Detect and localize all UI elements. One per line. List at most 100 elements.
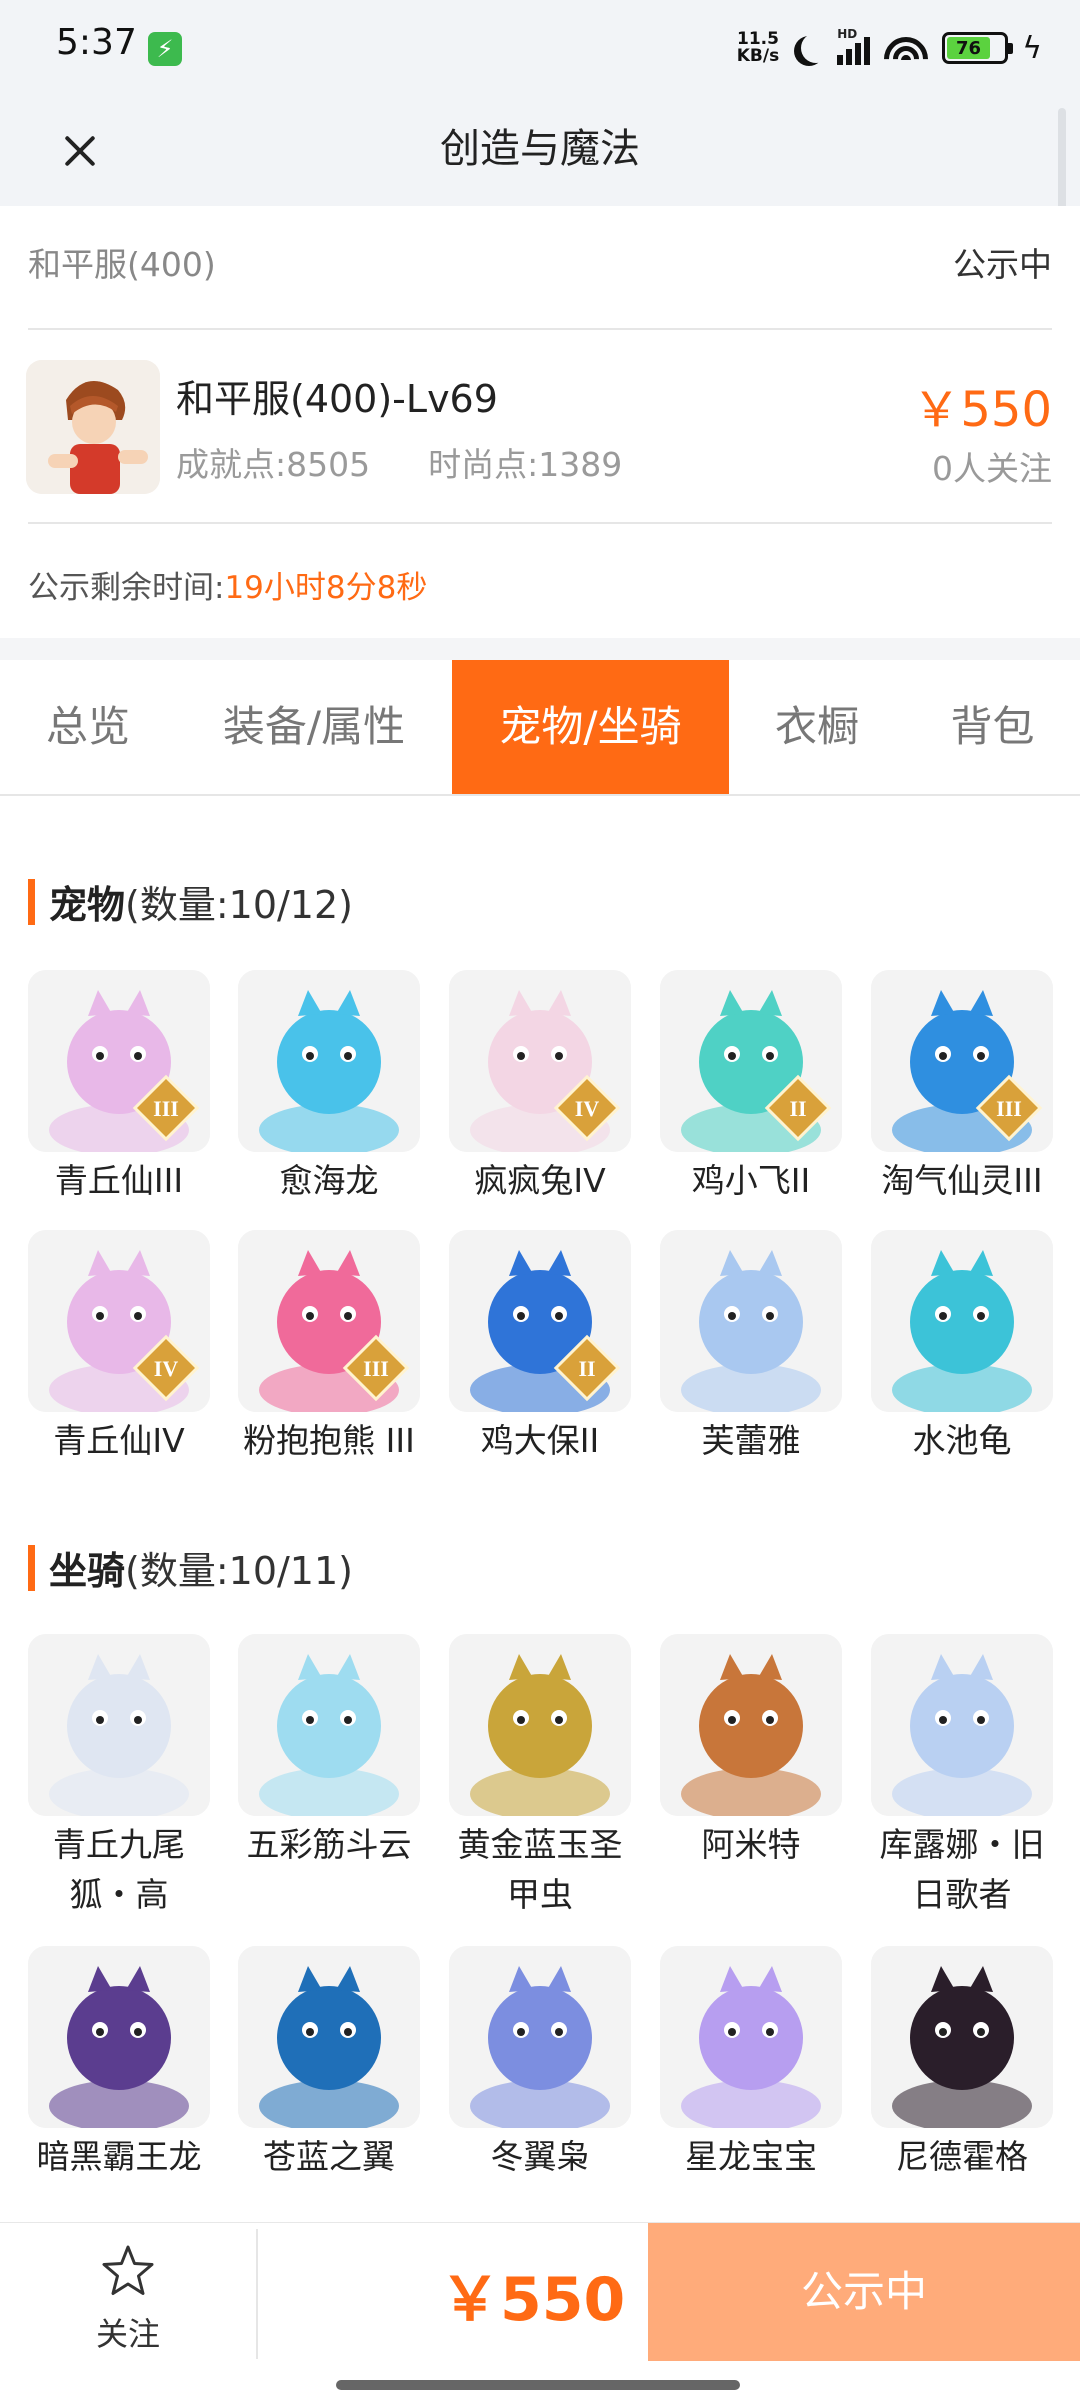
battery-level: 76 bbox=[947, 37, 990, 59]
scroll-indicator[interactable] bbox=[1058, 108, 1066, 218]
follower-count: 0人关注 bbox=[932, 449, 1052, 488]
signal-label: HD bbox=[837, 27, 858, 41]
divider bbox=[28, 328, 1052, 330]
creature-image: III bbox=[28, 970, 210, 1152]
divider bbox=[28, 522, 1052, 524]
mount-tile[interactable] bbox=[660, 1946, 842, 2128]
top-bar: 5:37 ⚡ 11.5 KB/s HD 76 ϟ 创造与魔法 bbox=[0, 0, 1080, 218]
divider bbox=[256, 2229, 258, 2359]
svg-text:IV: IV bbox=[154, 1356, 179, 1381]
wifi-icon bbox=[884, 31, 929, 65]
creature-image: IV bbox=[449, 970, 631, 1152]
mount-tile[interactable] bbox=[660, 1634, 842, 1816]
charging-icon: ⚡ bbox=[148, 32, 182, 66]
creature-image bbox=[660, 1946, 842, 2128]
creature-image: II bbox=[449, 1230, 631, 1412]
mount-name: 青丘九尾狐・高 bbox=[53, 1825, 185, 1914]
net-speed-unit: KB/s bbox=[736, 46, 780, 66]
pet-tile[interactable]: IV bbox=[449, 970, 631, 1152]
mount-name: 阿米特 bbox=[701, 1825, 801, 1864]
star-icon bbox=[102, 2245, 154, 2295]
status-icons: 11.5 KB/s HD 76 ϟ bbox=[737, 27, 1042, 68]
svg-text:II: II bbox=[578, 1356, 595, 1381]
pet-tile[interactable] bbox=[871, 1230, 1053, 1412]
tab-bar: 总览 装备/属性 宠物/坐骑 衣橱 背包 bbox=[0, 660, 1080, 796]
mount-tile[interactable] bbox=[449, 1634, 631, 1816]
achievement-points: 成就点:8505 bbox=[176, 445, 371, 484]
pets-title: 宠物 bbox=[49, 883, 126, 927]
pet-tile[interactable] bbox=[238, 970, 420, 1152]
mount-name: 五彩筋斗云 bbox=[246, 1825, 412, 1864]
mount-name: 暗黑霸王龙 bbox=[36, 2137, 202, 2176]
tab-equipment[interactable]: 装备/属性 bbox=[176, 660, 452, 794]
account-info: 和平服(400) 公示中 和平服(400)-Lv69 成就点:8505 时尚点:… bbox=[0, 206, 1080, 638]
server-name: 和平服(400) bbox=[28, 245, 216, 284]
follow-label: 关注 bbox=[95, 2315, 160, 2353]
tab-overview[interactable]: 总览 bbox=[0, 660, 176, 794]
creature-image bbox=[28, 1634, 210, 1816]
pet-tile[interactable]: II bbox=[660, 970, 842, 1152]
mount-tile[interactable] bbox=[871, 1634, 1053, 1816]
svg-text:IV: IV bbox=[575, 1096, 600, 1121]
follow-button[interactable]: 关注 bbox=[0, 2223, 256, 2363]
character-name: 和平服(400)-Lv69 bbox=[176, 377, 498, 421]
signal-icon: HD bbox=[837, 27, 871, 65]
tab-wardrobe[interactable]: 衣橱 bbox=[729, 660, 905, 794]
pet-tile[interactable]: IV bbox=[28, 1230, 210, 1412]
home-indicator[interactable] bbox=[336, 2380, 740, 2390]
pet-tile[interactable]: III bbox=[871, 970, 1053, 1152]
section-gap bbox=[0, 638, 1080, 660]
creature-image bbox=[28, 1946, 210, 2128]
fashion-points: 时尚点:1389 bbox=[428, 445, 623, 484]
public-notice-button[interactable]: 公示中 bbox=[648, 2223, 1080, 2361]
pet-tile[interactable]: II bbox=[449, 1230, 631, 1412]
pet-name: 水池龟 bbox=[912, 1421, 1012, 1460]
status-bar: 5:37 ⚡ 11.5 KB/s HD 76 ϟ bbox=[0, 0, 1080, 96]
pets-section-title: 宠物 (数量:10/12) bbox=[28, 874, 353, 929]
pet-name: 鸡小飞II bbox=[691, 1161, 811, 1200]
creature-image: II bbox=[660, 970, 842, 1152]
bottom-bar: 关注 ￥550 公示中 bbox=[0, 2222, 1080, 2401]
net-speed: 11.5 KB/s bbox=[737, 31, 779, 65]
svg-text:III: III bbox=[363, 1356, 389, 1381]
bolt-icon: ϟ bbox=[1022, 30, 1042, 66]
pet-name: 青丘仙IV bbox=[53, 1421, 185, 1460]
remaining-time: 公示剩余时间:19小时8分8秒 bbox=[28, 562, 427, 607]
status-badge: 公示中 bbox=[953, 245, 1052, 284]
creature-image bbox=[660, 1230, 842, 1412]
mounts-title: 坐骑 bbox=[49, 1549, 126, 1593]
mount-name: 尼德霍格 bbox=[896, 2137, 1028, 2176]
pet-name: 疯疯兔IV bbox=[474, 1161, 606, 1200]
creature-image bbox=[660, 1634, 842, 1816]
mount-tile[interactable] bbox=[28, 1634, 210, 1816]
creature-image bbox=[238, 1634, 420, 1816]
pet-tile[interactable] bbox=[660, 1230, 842, 1412]
pet-tile[interactable]: III bbox=[28, 970, 210, 1152]
creature-image bbox=[449, 1946, 631, 2128]
mount-name: 黄金蓝玉圣甲虫 bbox=[457, 1825, 623, 1914]
pet-tile[interactable]: III bbox=[238, 1230, 420, 1412]
mount-tile[interactable] bbox=[449, 1946, 631, 2128]
creature-image bbox=[871, 1230, 1053, 1412]
mount-tile[interactable] bbox=[238, 1634, 420, 1816]
mount-tile[interactable] bbox=[238, 1946, 420, 2128]
pets-count: (数量:10/12) bbox=[125, 883, 353, 927]
tab-backpack[interactable]: 背包 bbox=[905, 660, 1080, 794]
svg-text:III: III bbox=[996, 1096, 1022, 1121]
mount-tile[interactable] bbox=[28, 1946, 210, 2128]
price: ￥550 bbox=[912, 382, 1052, 438]
remaining-time-label: 公示剩余时间: bbox=[28, 570, 225, 606]
remaining-time-value: 19小时8分8秒 bbox=[224, 570, 428, 606]
mount-name: 库露娜・旧日歌者 bbox=[879, 1825, 1045, 1914]
mounts-count: (数量:10/11) bbox=[125, 1549, 353, 1593]
creature-image: IV bbox=[28, 1230, 210, 1412]
battery-icon: 76 bbox=[942, 32, 1014, 64]
creature-image bbox=[871, 1946, 1053, 2128]
mount-name: 星龙宝宝 bbox=[685, 2137, 817, 2176]
mounts-section-title: 坐骑 (数量:10/11) bbox=[28, 1540, 353, 1595]
mount-tile[interactable] bbox=[871, 1946, 1053, 2128]
pet-name: 淘气仙灵III bbox=[881, 1161, 1043, 1200]
tab-pets-mounts[interactable]: 宠物/坐骑 bbox=[452, 660, 729, 794]
mount-name: 苍蓝之翼 bbox=[263, 2137, 395, 2176]
avatar bbox=[26, 360, 160, 494]
